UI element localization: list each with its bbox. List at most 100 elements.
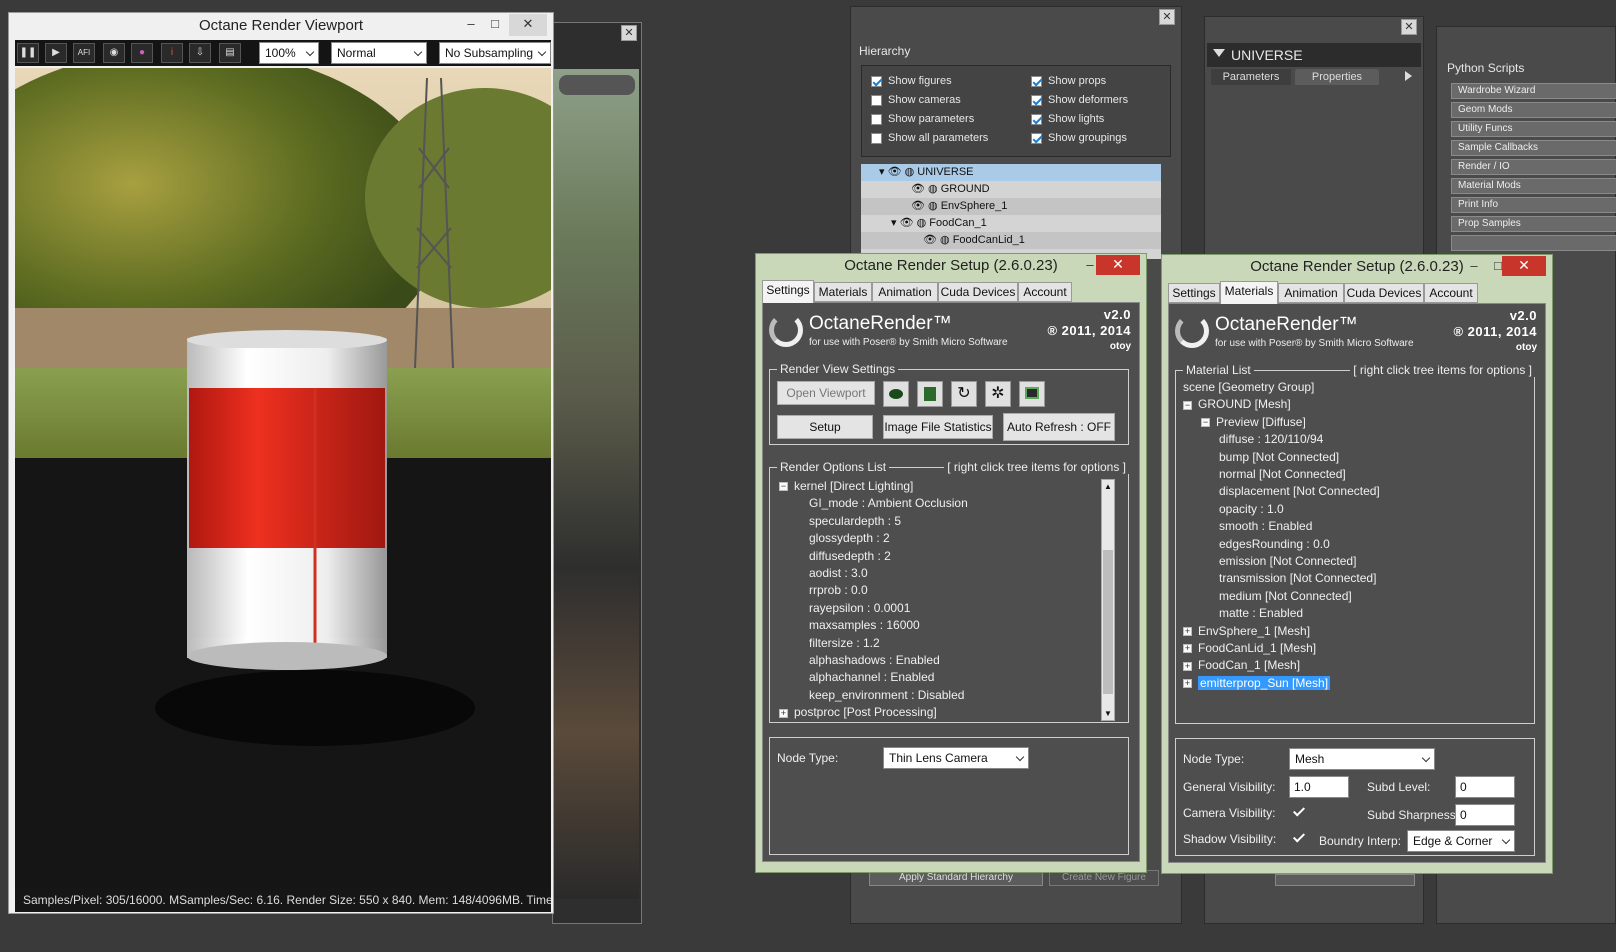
checkbox-icon[interactable] [1031,132,1042,144]
script-button[interactable]: Utility Funcs [1451,121,1616,137]
refresh-icon[interactable]: ↻ [951,381,977,407]
expand-icon[interactable]: + [1183,644,1192,654]
checkbox-icon[interactable] [871,113,882,125]
monitor-icon[interactable] [1019,381,1045,407]
option-show-deformers[interactable]: Show deformers [1031,94,1128,113]
checkbox-icon[interactable] [1031,113,1042,125]
eye-icon[interactable] [883,381,909,407]
expand-icon[interactable]: + [779,708,788,718]
checkbox-icon[interactable] [871,75,882,87]
tree-leaf[interactable]: alphachannel : Enabled [809,670,934,684]
tree-row-foodcanlid[interactable]: 👁 ◍ FoodCanLid_1 [861,232,1161,249]
tree-node[interactable]: + FoodCanLid_1 [Mesh] [1183,641,1316,655]
checkbox-icon[interactable] [1031,94,1042,106]
scroll-up-icon[interactable]: ▲ [1103,482,1113,491]
script-button[interactable]: Print Info [1451,197,1616,213]
collapse-icon[interactable]: − [779,482,788,492]
tree-leaf[interactable]: diffusedepth : 2 [809,549,891,563]
close-button[interactable]: ✕ [1502,256,1546,276]
settings-off-icon[interactable]: ✲ [985,381,1011,407]
node-type-select[interactable]: Mesh [1289,748,1435,770]
subd-level-field[interactable]: 0 [1455,776,1515,798]
tree-leaf[interactable]: rayepsilon : 0.0001 [809,601,910,615]
expand-icon[interactable]: + [1183,679,1192,689]
tab-materials[interactable]: Materials [1220,281,1278,304]
script-button[interactable]: Material Mods [1451,178,1616,194]
tab-scroll-right-icon[interactable] [1405,71,1412,81]
collapse-icon[interactable]: − [1201,418,1210,428]
pause-icon[interactable]: ❚❚ [17,43,39,63]
maximize-icon[interactable]: □ [483,14,507,36]
afi-icon[interactable]: AFI [73,43,95,63]
tree-row-envsphere[interactable]: 👁 ◍ EnvSphere_1 [861,198,1161,215]
tree-leaf[interactable]: rrprob : 0.0 [809,583,868,597]
tree-leaf[interactable]: transmission [Not Connected] [1219,571,1376,585]
collapse-icon[interactable]: − [1183,400,1192,410]
tree-node[interactable]: − kernel [Direct Lighting] [779,479,913,493]
subd-sharpness-field[interactable]: 0 [1455,804,1515,826]
apply-hierarchy-button-2[interactable] [1275,874,1415,886]
tab-settings[interactable]: Settings [1168,283,1220,303]
scroll-thumb[interactable] [1103,550,1113,694]
grid-icon[interactable] [917,381,943,407]
option-show-all-parameters[interactable]: Show all parameters [871,132,988,151]
tree-leaf[interactable]: diffuse : 120/110/94 [1219,432,1323,446]
tree-leaf[interactable]: maxsamples : 16000 [809,618,920,632]
scene-controls[interactable] [559,75,635,95]
render-icon[interactable]: ◉ [103,43,125,63]
tree-leaf[interactable]: opacity : 1.0 [1219,502,1284,516]
option-show-parameters[interactable]: Show parameters [871,113,988,132]
mode-select[interactable]: Normal [331,42,427,64]
color-wheel-icon[interactable]: ● [131,43,153,63]
image-file-statistics-button[interactable]: Image File Statistics [883,415,993,439]
tree-node[interactable]: + postproc [Post Processing] [779,705,937,719]
close-icon[interactable]: ✕ [1159,9,1175,25]
shadow-visibility-checkbox[interactable] [1293,832,1305,844]
tree-leaf[interactable]: bump [Not Connected] [1219,450,1339,464]
collapse-triangle-icon[interactable] [1213,49,1225,57]
script-button[interactable]: Prop Samples [1451,216,1616,232]
script-button[interactable]: Sample Callbacks [1451,140,1616,156]
options-scrollbar[interactable]: ▲ ▼ [1101,479,1115,721]
expand-icon[interactable]: + [1183,626,1192,636]
save-image-icon[interactable]: ⇩ [189,43,211,63]
tab-cuda-devices[interactable]: Cuda Devices [1344,283,1424,303]
tree-leaf[interactable]: scene [Geometry Group] [1183,380,1314,394]
tree-node[interactable]: + EnvSphere_1 [Mesh] [1183,624,1310,638]
script-button[interactable]: Geom Mods [1451,102,1616,118]
option-show-props[interactable]: Show props [1031,75,1128,94]
tab-properties[interactable]: Properties [1295,69,1379,85]
script-button[interactable]: Wardrobe Wizard [1451,83,1616,99]
close-icon[interactable]: ✕ [509,14,547,36]
tree-leaf[interactable]: glossydepth : 2 [809,531,890,545]
info-icon[interactable]: i [161,43,183,63]
tree-leaf[interactable]: alphashadows : Enabled [809,653,940,667]
tab-parameters[interactable]: Parameters [1211,69,1291,85]
tree-leaf[interactable]: filtersize : 1.2 [809,636,880,650]
checkbox-icon[interactable] [871,132,882,144]
tree-row-universe[interactable]: ▾ 👁 ◍ UNIVERSE [861,164,1161,181]
tab-account[interactable]: Account [1424,283,1478,303]
option-show-cameras[interactable]: Show cameras [871,94,988,113]
checkbox-icon[interactable] [871,94,882,106]
close-icon[interactable]: ✕ [1401,19,1417,35]
tree-leaf[interactable]: speculardepth : 5 [809,514,901,528]
close-icon[interactable]: ✕ [621,25,637,41]
tree-leaf[interactable]: aodist : 3.0 [809,566,868,580]
minimize-icon[interactable]: – [1462,256,1486,278]
tab-animation[interactable]: Animation [872,282,938,302]
eye-icon[interactable]: 👁 [911,183,925,195]
tree-leaf[interactable]: GI_mode : Ambient Occlusion [809,496,968,510]
option-show-lights[interactable]: Show lights [1031,113,1128,132]
node-type-select[interactable]: Thin Lens Camera [883,747,1029,769]
script-button[interactable] [1451,235,1616,251]
expand-icon[interactable]: + [1183,661,1192,671]
option-show-figures[interactable]: Show figures [871,75,988,94]
tree-row-ground[interactable]: 👁 ◍ GROUND [861,181,1161,198]
camera-visibility-checkbox[interactable] [1293,806,1305,818]
tab-materials[interactable]: Materials [814,282,872,302]
tree-leaf[interactable]: edgesRounding : 0.0 [1219,537,1330,551]
tree-leaf[interactable]: displacement [Not Connected] [1219,484,1380,498]
tree-node[interactable]: + emitterprop_Sun [Mesh] [1183,675,1331,690]
eye-icon[interactable]: 👁 [923,234,937,246]
